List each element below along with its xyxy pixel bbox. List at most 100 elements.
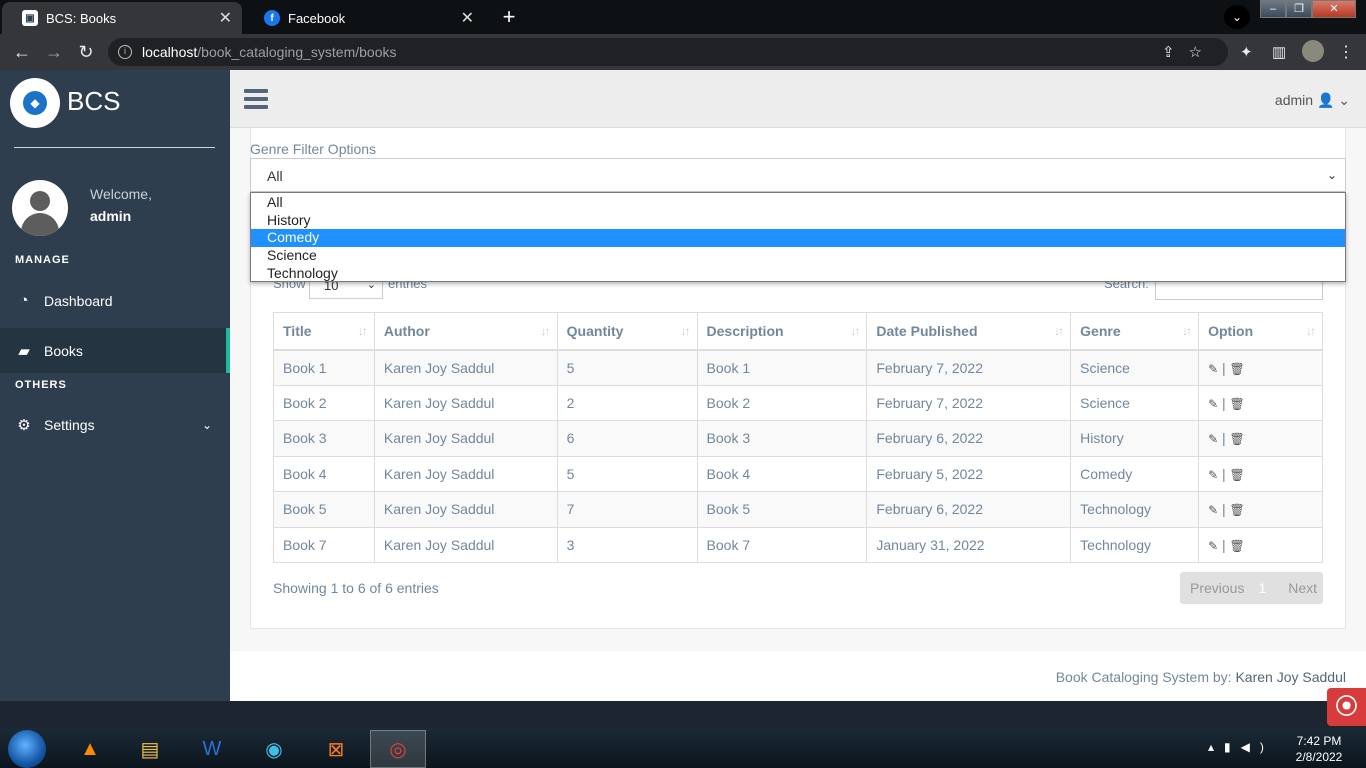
edit-icon[interactable]: ✎ [1208, 397, 1218, 411]
divider [14, 147, 215, 148]
url-host: localhost [142, 44, 198, 60]
column-header-quantity[interactable]: Quantity ↓↑ [556, 312, 698, 351]
browser-tab-bcs-books[interactable]: ▣ BCS: Books ✕ [2, 2, 242, 34]
reload-icon[interactable]: ↻ [76, 42, 96, 63]
book-icon: ▰ [18, 342, 30, 360]
section-heading-others: OTHERS [15, 379, 67, 391]
forward-icon[interactable]: → [44, 42, 64, 63]
edit-icon[interactable]: ✎ [1208, 362, 1218, 376]
sidebar-item-books[interactable]: ▰ Books [0, 328, 230, 373]
row-options: ✎ | 🗑 [1198, 455, 1323, 492]
sort-icon: ↓↑ [680, 324, 691, 338]
menu-toggle-icon[interactable] [244, 89, 268, 113]
trash-icon[interactable]: 🗑 [1230, 362, 1245, 376]
footer-author-link[interactable]: Karen Joy Saddul [1235, 669, 1346, 685]
chevron-down-icon: ⌄ [1338, 92, 1350, 108]
trash-icon[interactable]: 🗑 [1230, 503, 1245, 517]
table-info: Showing 1 to 6 of 6 entries [273, 580, 439, 596]
genre-option-science[interactable]: Science [251, 247, 1345, 265]
column-header-author[interactable]: Author ↓↑ [373, 312, 558, 351]
close-tab-icon[interactable]: ✕ [461, 8, 474, 28]
top-navbar: admin 👤 ⌄ [230, 70, 1366, 128]
close-tab-icon[interactable]: ✕ [219, 8, 232, 28]
avatar [12, 180, 68, 236]
overlay-app-icon[interactable]: ⦿ [1327, 688, 1366, 726]
user-menu-name: admin [1274, 92, 1314, 108]
edge-icon[interactable]: ◉ [246, 730, 302, 768]
clock[interactable]: 7:42 PM 2/8/2022 [1288, 733, 1350, 765]
sidebar-item-label: Books [44, 342, 83, 359]
tab-search-button[interactable]: ⌄ [1224, 5, 1250, 29]
sort-icon: ↓↑ [1182, 324, 1192, 338]
taskbar: ▲ ▤ W ◉ ⊠ ◎ ▴▮◀) 7:42 PM 2/8/2022 [0, 728, 1366, 768]
trash-icon[interactable]: 🗑 [1230, 432, 1245, 446]
file-explorer-icon[interactable]: ▤ [122, 730, 178, 768]
trash-icon[interactable]: 🗑 [1230, 468, 1245, 482]
minimize-button[interactable]: – [1260, 0, 1286, 18]
chrome-icon[interactable]: ◎ [370, 730, 426, 768]
facebook-icon: f [264, 10, 280, 26]
vlc-icon[interactable]: ▲ [62, 730, 118, 768]
edit-icon[interactable]: ✎ [1208, 503, 1218, 517]
table-row: Book 7 Karen Joy Saddul 3 Book 7 January 31,… [273, 526, 1323, 563]
chevron-down-icon: ⌄ [201, 417, 212, 432]
previous-button[interactable]: Previous [1190, 580, 1244, 596]
browser-menu-icon[interactable]: ⋮ [1338, 42, 1354, 62]
next-button[interactable]: Next [1288, 580, 1317, 596]
sidebar: ◆ BCS Welcome, admin MANAGE ◔ Dashboard … [0, 70, 230, 701]
column-header-genre[interactable]: Genre ↓↑ [1070, 312, 1200, 351]
book-logo-icon: ◆ [23, 91, 47, 115]
edit-icon[interactable]: ✎ [1208, 468, 1218, 482]
trash-icon[interactable]: 🗑 [1230, 397, 1245, 411]
browser-tab-bar: ▣ BCS: Books ✕ f Facebook ✕ + ⌄ – ❐ ✕ [0, 0, 1366, 34]
side-panel-icon[interactable]: ▥ [1272, 43, 1286, 61]
table-row: Book 5 Karen Joy Saddul 7 Book 5 February 6,… [273, 491, 1323, 528]
browser-toolbar: ← → ↻ i localhost/book_cataloging_system… [0, 34, 1366, 70]
sidebar-item-label: Settings [44, 416, 95, 433]
section-heading-manage: MANAGE [15, 254, 70, 266]
sidebar-item-settings[interactable]: ⚙ Settings ⌄ [0, 402, 230, 447]
edit-icon[interactable]: ✎ [1208, 539, 1218, 553]
site-info-icon[interactable]: i [118, 45, 132, 59]
table-header-row: Title ↓↑ Author ↓↑ Quantity ↓↑ Description ↓… [273, 312, 1323, 351]
genre-option-technology[interactable]: Technology [251, 265, 1345, 283]
system-tray-icons[interactable]: ▴▮◀) [1208, 740, 1274, 754]
pagination: Previous 1 Next [1180, 572, 1323, 604]
word-icon[interactable]: W [184, 730, 240, 768]
start-button[interactable] [8, 730, 46, 768]
page-1-button[interactable]: 1 [1258, 580, 1266, 596]
sidebar-item-dashboard[interactable]: ◔ Dashboard [0, 278, 230, 323]
new-tab-button[interactable]: + [496, 6, 522, 28]
share-bookmark-icons[interactable]: ⇪☆ [1162, 43, 1216, 61]
brand-name[interactable]: BCS [67, 86, 120, 117]
clock-time: 7:42 PM [1296, 734, 1342, 748]
column-header-date-published[interactable]: Date Published ↓↑ [866, 312, 1072, 351]
window-controls: – ❐ ✕ [1260, 0, 1356, 18]
tab-title: Facebook [288, 10, 346, 26]
column-header-option[interactable]: Option ↓↑ [1198, 312, 1323, 351]
row-options: ✎ | 🗑 [1198, 420, 1323, 457]
xampp-icon[interactable]: ⊠ [308, 730, 364, 768]
close-window-button[interactable]: ✕ [1312, 0, 1356, 18]
sort-icon: ↓↑ [850, 324, 860, 338]
column-header-description[interactable]: Description ↓↑ [696, 312, 868, 351]
gear-icon: ⚙ [17, 416, 31, 434]
address-bar[interactable]: i localhost/book_cataloging_system/books… [108, 38, 1228, 66]
sort-icon: ↓↑ [1306, 324, 1316, 338]
user-menu[interactable]: admin 👤 ⌄ [1275, 92, 1350, 109]
genre-filter-select[interactable]: All ⌄ [250, 158, 1346, 192]
footer-credit: Book Cataloging System by: Karen Joy Sad… [1056, 669, 1346, 685]
maximize-button[interactable]: ❐ [1286, 0, 1312, 18]
genre-option-comedy[interactable]: Comedy [251, 229, 1345, 248]
brand-logo[interactable]: ◆ [10, 78, 60, 128]
column-header-title[interactable]: Title ↓↑ [273, 312, 375, 351]
profile-avatar[interactable] [1302, 40, 1324, 62]
trash-icon[interactable]: 🗑 [1230, 539, 1245, 553]
extensions-icon[interactable]: ✦ [1240, 43, 1253, 61]
back-icon[interactable]: ← [12, 42, 32, 63]
genre-option-all[interactable]: All [251, 194, 1345, 212]
genre-option-history[interactable]: History [251, 212, 1345, 230]
row-options: ✎ | 🗑 [1198, 384, 1323, 421]
browser-tab-facebook[interactable]: f Facebook ✕ [244, 2, 484, 34]
edit-icon[interactable]: ✎ [1208, 432, 1218, 446]
